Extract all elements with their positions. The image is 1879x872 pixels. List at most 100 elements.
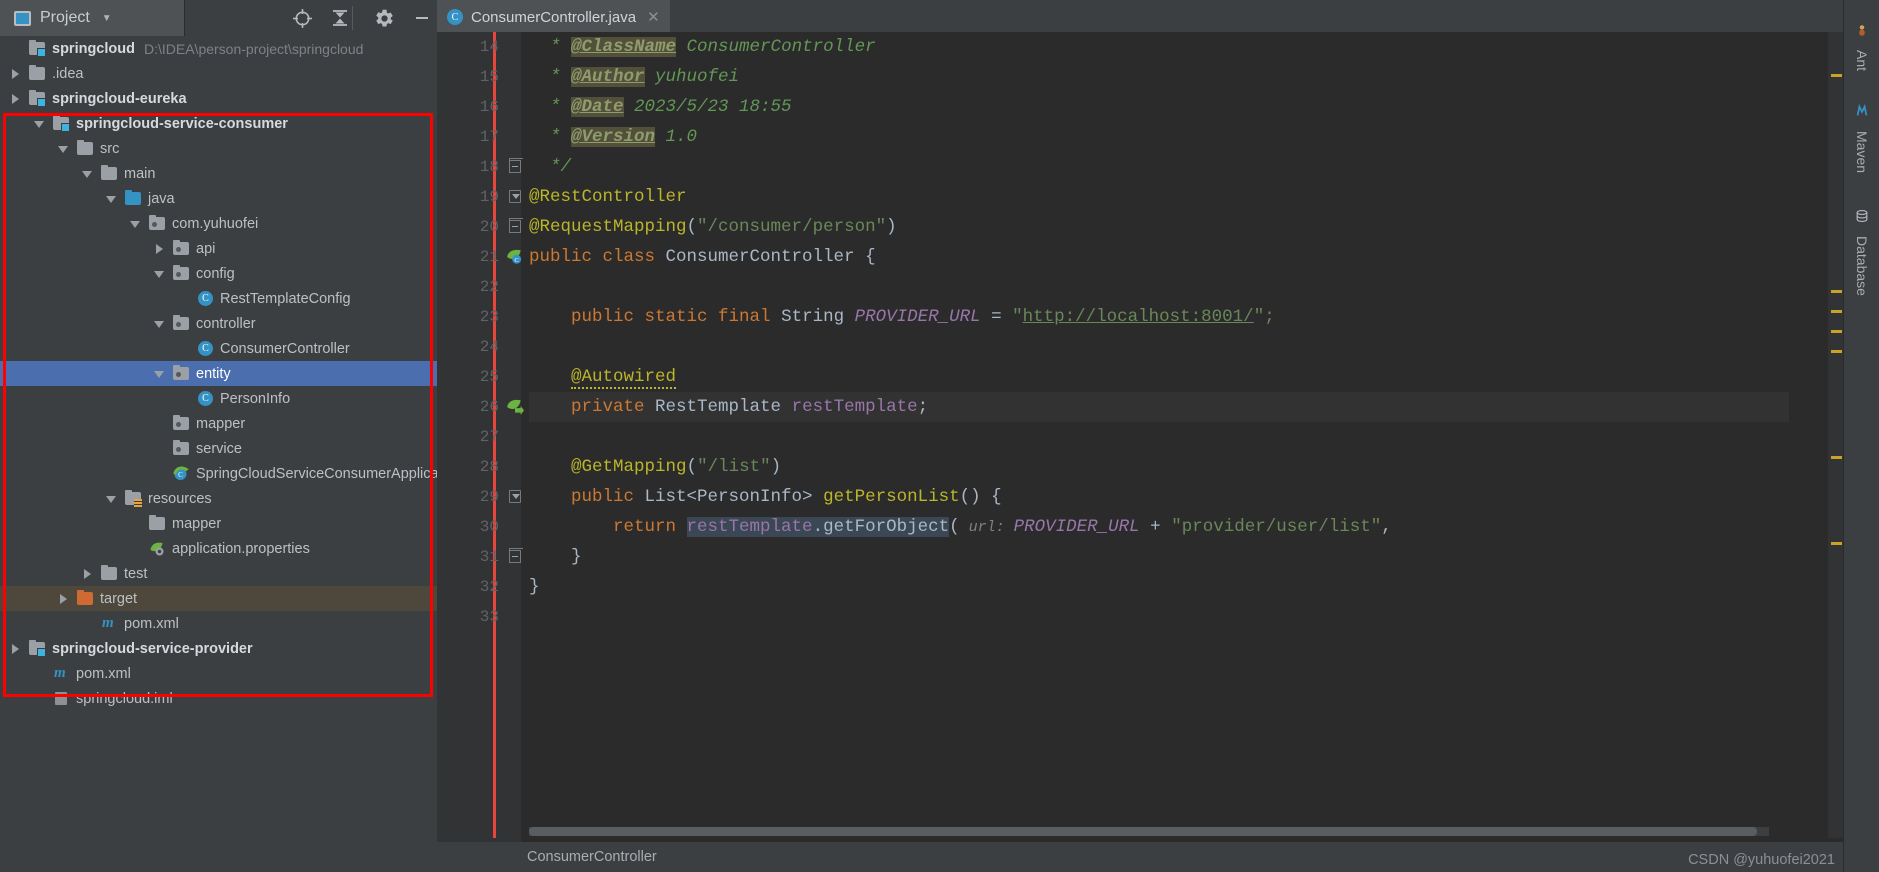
horizontal-scrollbar-thumb[interactable] (529, 827, 1757, 836)
close-icon[interactable]: ✕ (647, 8, 660, 26)
scrollbar-marker[interactable] (1831, 290, 1842, 293)
code-text[interactable]: return restTemplate.getForObject( url: P… (529, 512, 1392, 543)
gear-icon[interactable] (366, 0, 403, 36)
code-text[interactable]: */ (529, 152, 571, 182)
tree-row-api[interactable]: api (0, 236, 437, 261)
expand-arrow-icon[interactable] (154, 243, 165, 254)
fold-region-icon[interactable] (509, 158, 523, 173)
code-line-21[interactable]: 21 Cpublic class ConsumerController { (437, 242, 1843, 272)
expand-arrow-icon[interactable] (10, 68, 21, 79)
expand-arrow-icon[interactable] (82, 568, 93, 579)
project-tool-window-tab[interactable]: Project ▼ (0, 0, 185, 36)
tool-button-database[interactable]: Database (1844, 200, 1879, 304)
collapse-arrow-icon[interactable] (106, 193, 117, 204)
tree-row-mapper[interactable]: mapper (0, 411, 437, 436)
collapse-arrow-icon[interactable] (154, 368, 165, 379)
tree-row-java[interactable]: java (0, 186, 437, 211)
tree-row--idea[interactable]: .idea (0, 61, 437, 86)
scrollbar-marker[interactable] (1831, 456, 1842, 459)
code-editor[interactable]: 14 * @ClassName ConsumerController 15 * @… (437, 32, 1843, 872)
code-text[interactable]: * @Version 1.0 (529, 122, 697, 152)
code-line-28[interactable]: 28 @GetMapping("/list") (437, 452, 1843, 482)
code-text[interactable]: @GetMapping("/list") (529, 452, 781, 482)
scrollbar-marker[interactable] (1831, 542, 1842, 545)
editor-tab-consumercontroller[interactable]: C ConsumerController.java ✕ (437, 0, 670, 32)
collapse-arrow-icon[interactable] (154, 268, 165, 279)
tree-row-service[interactable]: service (0, 436, 437, 461)
code-text[interactable]: * @Author yuhuofei (529, 62, 739, 92)
fold-region-icon[interactable] (509, 548, 523, 563)
tree-row-entity[interactable]: entity (0, 361, 437, 386)
tree-row-personinfo[interactable]: C PersonInfo (0, 386, 437, 411)
fold-collapse-icon[interactable] (509, 490, 521, 503)
code-line-16[interactable]: 16 * @Date 2023/5/23 18:55 (437, 92, 1843, 122)
code-line-23[interactable]: 23 public static final String PROVIDER_U… (437, 302, 1843, 332)
code-text[interactable]: @RestController (529, 182, 687, 212)
code-lines[interactable]: 14 * @ClassName ConsumerController 15 * @… (437, 32, 1843, 838)
tree-row-springcloud-iml[interactable]: springcloud.iml (0, 686, 437, 711)
tree-row-main[interactable]: main (0, 161, 437, 186)
code-line-24[interactable]: 24 (437, 332, 1843, 362)
code-line-19[interactable]: 19 @RestController (437, 182, 1843, 212)
code-line-29[interactable]: 29 public List<PersonInfo> getPersonList… (437, 482, 1843, 512)
code-text[interactable]: * @Date 2023/5/23 18:55 (529, 92, 792, 122)
collapse-arrow-icon[interactable] (82, 168, 93, 179)
crosshair-target-icon[interactable] (284, 0, 321, 36)
collapse-arrow-icon[interactable] (34, 118, 45, 129)
code-line-32[interactable]: 32} (437, 572, 1843, 602)
code-line-27[interactable]: 27 (437, 422, 1843, 452)
fold-region-icon[interactable] (509, 218, 523, 233)
tree-row-application-properties[interactable]: application.properties (0, 536, 437, 561)
scrollbar-marker[interactable] (1831, 330, 1842, 333)
tree-row-pom-xml[interactable]: m pom.xml (0, 611, 437, 636)
collapse-arrow-icon[interactable] (58, 143, 69, 154)
tree-row-springcloud-service-provider[interactable]: springcloud-service-provider (0, 636, 437, 661)
expand-arrow-icon[interactable] (10, 93, 21, 104)
tree-row-src[interactable]: src (0, 136, 437, 161)
code-text[interactable]: public List<PersonInfo> getPersonList() … (529, 482, 1002, 512)
scrollbar-marker[interactable] (1831, 74, 1842, 77)
tree-row-consumercontroller[interactable]: C ConsumerController (0, 336, 437, 361)
code-text[interactable]: } (529, 572, 540, 602)
tree-row-com-yuhuofei[interactable]: com.yuhuofei (0, 211, 437, 236)
code-line-30[interactable]: 30 return restTemplate.getForObject( url… (437, 512, 1843, 542)
code-text[interactable]: @Autowired (529, 362, 677, 392)
spring-bean-gutter-icon[interactable]: C (506, 247, 524, 265)
project-tree[interactable]: springcloud D:\IDEA\person-project\spring… (0, 36, 437, 711)
tree-row-springcloud-service-consumer[interactable]: springcloud-service-consumer (0, 111, 437, 136)
editor-marker-scrollbar[interactable] (1828, 32, 1843, 838)
code-line-17[interactable]: 17 * @Version 1.0 (437, 122, 1843, 152)
code-line-31[interactable]: 31 } (437, 542, 1843, 572)
expand-arrow-icon[interactable] (10, 643, 21, 654)
collapse-arrow-icon[interactable] (154, 318, 165, 329)
code-text[interactable]: public class ConsumerController { (529, 242, 876, 272)
minimize-icon[interactable] (403, 0, 440, 36)
project-tree-panel[interactable]: springcloud D:\IDEA\person-project\spring… (0, 36, 437, 872)
scrollbar-marker[interactable] (1831, 310, 1842, 313)
expand-arrow-icon[interactable] (58, 593, 69, 604)
fold-collapse-icon[interactable] (509, 190, 521, 203)
collapse-arrow-icon[interactable] (106, 493, 117, 504)
code-text[interactable]: * @ClassName ConsumerController (529, 32, 876, 62)
tree-row-config[interactable]: config (0, 261, 437, 286)
tree-row-springcloud[interactable]: springcloud D:\IDEA\person-project\spring… (0, 36, 437, 61)
tool-button-ant[interactable]: Ant (1844, 18, 1879, 76)
tree-row-controller[interactable]: controller (0, 311, 437, 336)
code-text[interactable]: private RestTemplate restTemplate; (529, 392, 928, 422)
tree-row-mapper[interactable]: mapper (0, 511, 437, 536)
scrollbar-marker[interactable] (1831, 350, 1842, 353)
tree-row-pom-xml[interactable]: m pom.xml (0, 661, 437, 686)
code-text[interactable]: @RequestMapping("/consumer/person") (529, 212, 897, 242)
code-text[interactable]: } (529, 542, 582, 572)
tree-row-resttemplateconfig[interactable]: C RestTemplateConfig (0, 286, 437, 311)
tree-row-springcloud-eureka[interactable]: springcloud-eureka (0, 86, 437, 111)
chevron-down-icon[interactable]: ▼ (102, 13, 112, 24)
tree-row-springcloudserviceconsumerapplicat[interactable]: C SpringCloudServiceConsumerApplicat (0, 461, 437, 486)
code-line-26[interactable]: 26 private RestTemplate restTemplate; (437, 392, 1843, 422)
collapse-arrow-icon[interactable] (130, 218, 141, 229)
tool-button-maven[interactable]: Maven (1844, 96, 1879, 182)
code-line-25[interactable]: 25 @Autowired (437, 362, 1843, 392)
code-text[interactable]: public static final String PROVIDER_URL … (529, 302, 1275, 332)
code-line-15[interactable]: 15 * @Author yuhuofei (437, 62, 1843, 92)
code-line-22[interactable]: 22 (437, 272, 1843, 302)
